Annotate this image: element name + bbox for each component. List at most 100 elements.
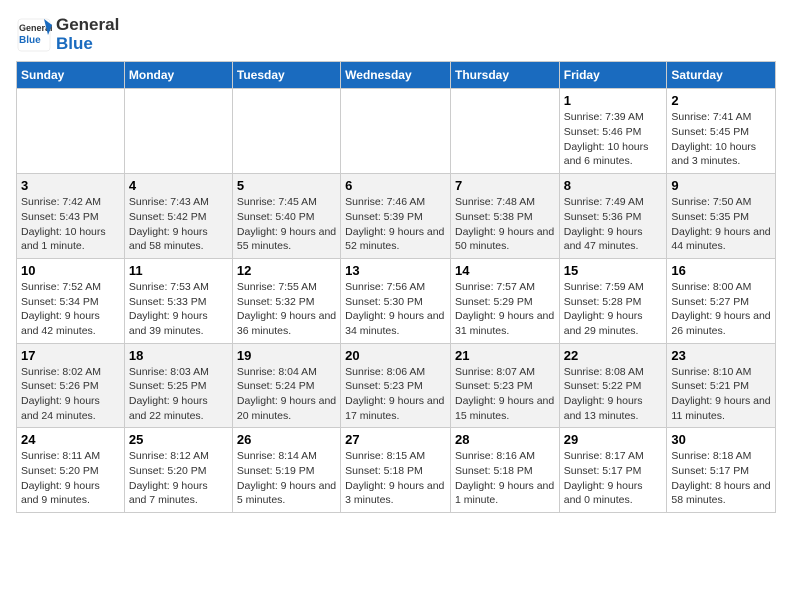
calendar-cell: 10 Sunrise: 7:52 AM Sunset: 5:34 PM Dayli…	[17, 258, 125, 343]
day-number: 8	[564, 178, 663, 193]
day-number: 30	[671, 432, 771, 447]
day-number: 6	[345, 178, 446, 193]
calendar-cell: 21 Sunrise: 8:07 AM Sunset: 5:23 PM Dayli…	[450, 343, 559, 428]
day-number: 5	[237, 178, 336, 193]
header-day-friday: Friday	[559, 62, 667, 89]
header-row: SundayMondayTuesdayWednesdayThursdayFrid…	[17, 62, 776, 89]
logo-svg: General Blue	[16, 17, 52, 53]
day-info: Sunrise: 8:02 AM Sunset: 5:26 PM Dayligh…	[21, 365, 120, 424]
calendar-cell: 20 Sunrise: 8:06 AM Sunset: 5:23 PM Dayli…	[341, 343, 451, 428]
week-row-3: 10 Sunrise: 7:52 AM Sunset: 5:34 PM Dayli…	[17, 258, 776, 343]
calendar-cell	[341, 89, 451, 174]
day-info: Sunrise: 7:57 AM Sunset: 5:29 PM Dayligh…	[455, 280, 555, 339]
day-info: Sunrise: 7:45 AM Sunset: 5:40 PM Dayligh…	[237, 195, 336, 254]
day-info: Sunrise: 8:15 AM Sunset: 5:18 PM Dayligh…	[345, 449, 446, 508]
calendar-cell: 1 Sunrise: 7:39 AM Sunset: 5:46 PM Daylig…	[559, 89, 667, 174]
week-row-1: 1 Sunrise: 7:39 AM Sunset: 5:46 PM Daylig…	[17, 89, 776, 174]
day-info: Sunrise: 7:49 AM Sunset: 5:36 PM Dayligh…	[564, 195, 663, 254]
day-info: Sunrise: 7:41 AM Sunset: 5:45 PM Dayligh…	[671, 110, 771, 169]
calendar-cell	[124, 89, 232, 174]
day-info: Sunrise: 7:39 AM Sunset: 5:46 PM Dayligh…	[564, 110, 663, 169]
day-number: 7	[455, 178, 555, 193]
day-info: Sunrise: 7:59 AM Sunset: 5:28 PM Dayligh…	[564, 280, 663, 339]
day-info: Sunrise: 7:52 AM Sunset: 5:34 PM Dayligh…	[21, 280, 120, 339]
day-number: 4	[129, 178, 228, 193]
day-info: Sunrise: 8:16 AM Sunset: 5:18 PM Dayligh…	[455, 449, 555, 508]
calendar-cell	[232, 89, 340, 174]
calendar-table: SundayMondayTuesdayWednesdayThursdayFrid…	[16, 61, 776, 513]
day-info: Sunrise: 8:18 AM Sunset: 5:17 PM Dayligh…	[671, 449, 771, 508]
day-info: Sunrise: 8:10 AM Sunset: 5:21 PM Dayligh…	[671, 365, 771, 424]
calendar-cell: 7 Sunrise: 7:48 AM Sunset: 5:38 PM Daylig…	[450, 174, 559, 259]
day-info: Sunrise: 7:56 AM Sunset: 5:30 PM Dayligh…	[345, 280, 446, 339]
logo-general-label: General	[56, 15, 119, 34]
calendar-cell: 30 Sunrise: 8:18 AM Sunset: 5:17 PM Dayli…	[667, 428, 776, 513]
calendar-cell: 22 Sunrise: 8:08 AM Sunset: 5:22 PM Dayli…	[559, 343, 667, 428]
calendar-cell: 23 Sunrise: 8:10 AM Sunset: 5:21 PM Dayli…	[667, 343, 776, 428]
day-number: 2	[671, 93, 771, 108]
header-day-thursday: Thursday	[450, 62, 559, 89]
day-number: 19	[237, 348, 336, 363]
calendar-cell: 16Sunrise: 8:00 AM Sunset: 5:27 PM Dayli…	[667, 258, 776, 343]
day-info: Sunrise: 8:17 AM Sunset: 5:17 PM Dayligh…	[564, 449, 663, 508]
calendar-cell: 18 Sunrise: 8:03 AM Sunset: 5:25 PM Dayli…	[124, 343, 232, 428]
day-number: 25	[129, 432, 228, 447]
header-day-monday: Monday	[124, 62, 232, 89]
calendar-cell: 28Sunrise: 8:16 AM Sunset: 5:18 PM Dayli…	[450, 428, 559, 513]
calendar-cell	[17, 89, 125, 174]
day-number: 29	[564, 432, 663, 447]
day-number: 12	[237, 263, 336, 278]
calendar-cell: 6 Sunrise: 7:46 AM Sunset: 5:39 PM Daylig…	[341, 174, 451, 259]
day-number: 14	[455, 263, 555, 278]
calendar-cell: 13 Sunrise: 7:56 AM Sunset: 5:30 PM Dayli…	[341, 258, 451, 343]
day-info: Sunrise: 8:08 AM Sunset: 5:22 PM Dayligh…	[564, 365, 663, 424]
day-info: Sunrise: 7:53 AM Sunset: 5:33 PM Dayligh…	[129, 280, 228, 339]
day-number: 24	[21, 432, 120, 447]
day-number: 21	[455, 348, 555, 363]
day-number: 26	[237, 432, 336, 447]
day-info: Sunrise: 7:42 AM Sunset: 5:43 PM Dayligh…	[21, 195, 120, 254]
calendar-cell: 19 Sunrise: 8:04 AM Sunset: 5:24 PM Dayli…	[232, 343, 340, 428]
day-number: 27	[345, 432, 446, 447]
day-number: 3	[21, 178, 120, 193]
calendar-cell: 9Sunrise: 7:50 AM Sunset: 5:35 PM Daylig…	[667, 174, 776, 259]
day-number: 1	[564, 93, 663, 108]
day-number: 20	[345, 348, 446, 363]
day-info: Sunrise: 8:06 AM Sunset: 5:23 PM Dayligh…	[345, 365, 446, 424]
day-info: Sunrise: 8:07 AM Sunset: 5:23 PM Dayligh…	[455, 365, 555, 424]
day-number: 9	[671, 178, 771, 193]
calendar-cell: 2 Sunrise: 7:41 AM Sunset: 5:45 PM Daylig…	[667, 89, 776, 174]
day-info: Sunrise: 8:00 AM Sunset: 5:27 PM Dayligh…	[671, 280, 771, 339]
day-info: Sunrise: 8:04 AM Sunset: 5:24 PM Dayligh…	[237, 365, 336, 424]
calendar-cell: 11 Sunrise: 7:53 AM Sunset: 5:33 PM Dayli…	[124, 258, 232, 343]
header: General Blue General Blue	[16, 16, 776, 53]
day-info: Sunrise: 7:46 AM Sunset: 5:39 PM Dayligh…	[345, 195, 446, 254]
week-row-2: 3 Sunrise: 7:42 AM Sunset: 5:43 PM Daylig…	[17, 174, 776, 259]
day-info: Sunrise: 7:48 AM Sunset: 5:38 PM Dayligh…	[455, 195, 555, 254]
day-info: Sunrise: 8:14 AM Sunset: 5:19 PM Dayligh…	[237, 449, 336, 508]
calendar-cell: 15 Sunrise: 7:59 AM Sunset: 5:28 PM Dayli…	[559, 258, 667, 343]
day-number: 13	[345, 263, 446, 278]
logo: General Blue General Blue	[16, 16, 119, 53]
calendar-cell	[450, 89, 559, 174]
day-number: 23	[671, 348, 771, 363]
day-number: 18	[129, 348, 228, 363]
header-day-sunday: Sunday	[17, 62, 125, 89]
day-number: 10	[21, 263, 120, 278]
header-day-wednesday: Wednesday	[341, 62, 451, 89]
day-info: Sunrise: 8:03 AM Sunset: 5:25 PM Dayligh…	[129, 365, 228, 424]
calendar-cell: 5 Sunrise: 7:45 AM Sunset: 5:40 PM Daylig…	[232, 174, 340, 259]
header-day-tuesday: Tuesday	[232, 62, 340, 89]
logo-blue-label: Blue	[56, 34, 93, 53]
svg-text:Blue: Blue	[19, 35, 41, 46]
calendar-cell: 29 Sunrise: 8:17 AM Sunset: 5:17 PM Dayli…	[559, 428, 667, 513]
day-number: 22	[564, 348, 663, 363]
day-number: 15	[564, 263, 663, 278]
calendar-cell: 17Sunrise: 8:02 AM Sunset: 5:26 PM Dayli…	[17, 343, 125, 428]
day-info: Sunrise: 8:12 AM Sunset: 5:20 PM Dayligh…	[129, 449, 228, 508]
calendar-cell: 12 Sunrise: 7:55 AM Sunset: 5:32 PM Dayli…	[232, 258, 340, 343]
calendar-cell: 24Sunrise: 8:11 AM Sunset: 5:20 PM Dayli…	[17, 428, 125, 513]
day-number: 11	[129, 263, 228, 278]
day-info: Sunrise: 7:55 AM Sunset: 5:32 PM Dayligh…	[237, 280, 336, 339]
calendar-cell: 25 Sunrise: 8:12 AM Sunset: 5:20 PM Dayli…	[124, 428, 232, 513]
